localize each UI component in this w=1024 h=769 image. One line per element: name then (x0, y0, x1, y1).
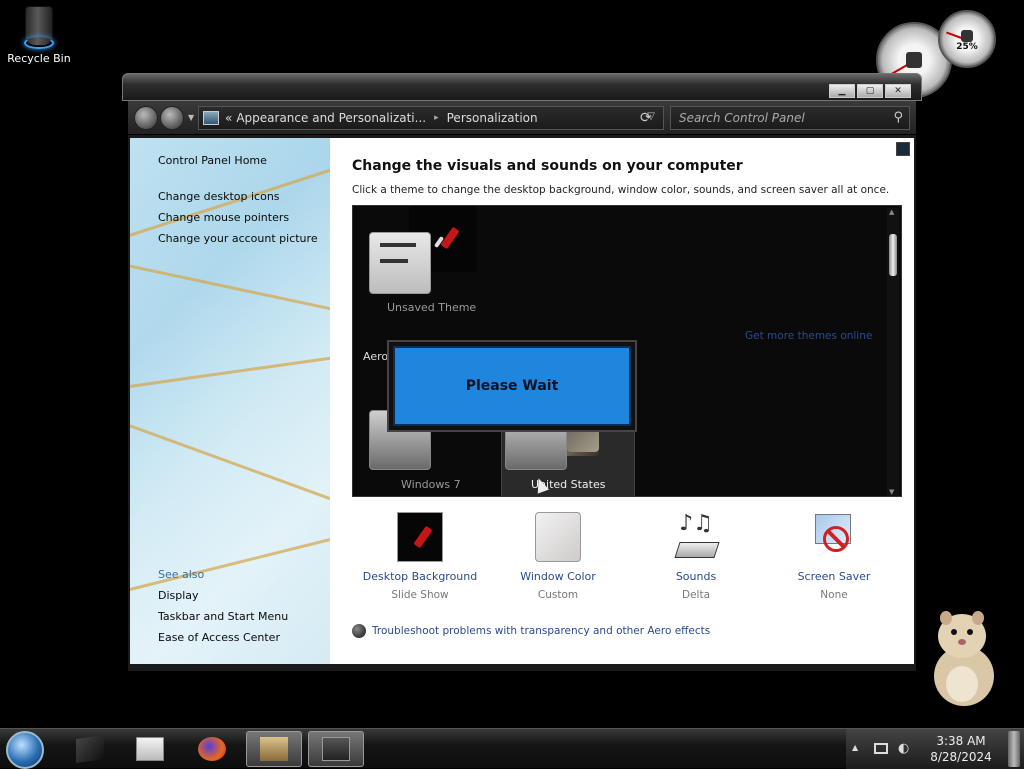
control-panel-icon (203, 111, 219, 125)
firefox-icon (198, 737, 226, 761)
clock-date: 8/28/2024 (930, 750, 992, 764)
control-panel-window: ▁ ▢ ✕ ▼ « Appearance and Personalizati..… (122, 73, 922, 671)
main-panel: Change the visuals and sounds on your co… (330, 138, 914, 664)
windows7-theme-label[interactable]: Windows 7 (401, 478, 461, 491)
recycle-bin-shortcut[interactable]: Recycle Bin (4, 6, 74, 65)
sidebar-decoration (130, 416, 330, 523)
minimize-button[interactable]: ▁ (829, 84, 855, 98)
scroll-down-icon[interactable]: ▼ (889, 488, 894, 496)
window-frame: ▼ « Appearance and Personalizati... ▸ Pe… (128, 101, 916, 671)
help-icon[interactable] (896, 142, 910, 156)
sidebar-link-account-picture[interactable]: Change your account picture (158, 232, 318, 245)
sounds-setting[interactable]: ♪♫ Sounds Delta (636, 512, 756, 601)
sidebar-decoration (130, 348, 330, 391)
system-tray: ▲ ◐ 3:38 AM 8/28/2024 (846, 729, 1024, 769)
refresh-icon[interactable]: ⟳ (640, 110, 652, 126)
search-icon[interactable]: ⚲ (893, 110, 903, 125)
screen-saver-label[interactable]: Screen Saver (774, 570, 894, 583)
terminal-icon (76, 735, 104, 763)
sidebar-link-ease-of-access[interactable]: Ease of Access Center (158, 631, 280, 644)
troubleshoot-icon (352, 624, 366, 638)
breadcrumb-separator[interactable]: ▸ (434, 113, 439, 123)
scrollbar-thumb[interactable] (889, 234, 897, 276)
gauge-center (906, 52, 922, 68)
troubleshoot-label[interactable]: Troubleshoot problems with transparency … (372, 625, 710, 637)
taskbar-media-player[interactable] (122, 731, 178, 767)
sidebar-link-control-panel-home[interactable]: Control Panel Home (158, 154, 267, 167)
taskbar-virtualbox[interactable] (246, 731, 302, 767)
recycle-bin-icon (24, 6, 54, 49)
screen-saver-setting[interactable]: Screen Saver None (774, 512, 894, 601)
breadcrumb-appearance[interactable]: Appearance and Personalizati... (236, 111, 426, 125)
theme-gallery-scrollbar[interactable]: ▲ ▼ (887, 208, 899, 496)
theme-settings-row: Desktop Background Slide Show Window Col… (330, 512, 914, 612)
recycle-bin-label: Recycle Bin (7, 52, 71, 65)
clock-time: 3:38 AM (936, 734, 986, 748)
clock[interactable]: 3:38 AM 8/28/2024 (922, 733, 1000, 765)
back-button[interactable] (134, 106, 158, 130)
show-desktop-button[interactable] (1008, 731, 1020, 767)
search-input[interactable]: Search Control Panel ⚲ (670, 106, 910, 130)
page-title: Change the visuals and sounds on your co… (352, 158, 743, 174)
maximize-button[interactable]: ▢ (857, 84, 883, 98)
taskbar-control-panel[interactable] (308, 731, 364, 767)
window-color-icon (535, 512, 581, 562)
window-titlebar[interactable]: ▁ ▢ ✕ (122, 73, 922, 101)
recent-pages-dropdown[interactable]: ▼ (188, 113, 194, 122)
gauge-center (961, 30, 973, 42)
content-area: Control Panel Home Change desktop icons … (130, 138, 914, 664)
forward-button[interactable] (160, 106, 184, 130)
desktop-background-icon (397, 512, 443, 562)
please-wait-dialog: Please Wait (387, 340, 637, 432)
breadcrumb-personalization[interactable]: Personalization (447, 111, 538, 125)
see-also-heading: See also (158, 568, 205, 581)
sidebar-decoration (130, 256, 330, 323)
media-player-icon (136, 737, 164, 761)
sidebar-link-display[interactable]: Display (158, 589, 199, 602)
address-bar[interactable]: « Appearance and Personalizati... ▸ Pers… (198, 106, 664, 130)
breadcrumb-prefix: « (225, 111, 233, 125)
show-hidden-icons[interactable]: ▲ (852, 743, 858, 752)
desktop-background-label[interactable]: Desktop Background (360, 570, 480, 583)
sidebar-link-mouse-pointers[interactable]: Change mouse pointers (158, 211, 289, 224)
close-button[interactable]: ✕ (885, 84, 911, 98)
taskbar: ▲ ◐ 3:38 AM 8/28/2024 (0, 728, 1024, 769)
scroll-up-icon[interactable]: ▲ (889, 208, 894, 216)
network-icon[interactable] (874, 743, 888, 754)
sidebar-link-desktop-icons[interactable]: Change desktop icons (158, 190, 280, 203)
theme-gallery: Unsaved Theme Get more themes online Aer… (352, 205, 902, 497)
desktop: Recycle Bin 25% ▁ ▢ ✕ ▼ « Appearance and… (0, 0, 1024, 769)
taskbar-terminal[interactable] (62, 731, 118, 767)
control-panel-icon (322, 737, 350, 761)
desktop-background-value: Slide Show (391, 589, 449, 601)
window-color-setting[interactable]: Window Color Custom (498, 512, 618, 601)
unsaved-theme-thumbnail[interactable] (369, 232, 431, 294)
unsaved-theme-label[interactable]: Unsaved Theme (387, 301, 476, 314)
screen-saver-value: None (820, 589, 848, 601)
desktop-background-setting[interactable]: Desktop Background Slide Show (360, 512, 480, 601)
troubleshoot-link[interactable]: Troubleshoot problems with transparency … (352, 624, 710, 638)
gauge-percent: 25% (956, 42, 978, 53)
sounds-label[interactable]: Sounds (636, 570, 756, 583)
search-placeholder: Search Control Panel (679, 111, 805, 125)
screen-saver-icon (811, 512, 857, 562)
aero-themes-heading: Aero (363, 350, 389, 363)
sidebar-link-taskbar[interactable]: Taskbar and Start Menu (158, 610, 288, 623)
please-wait-text: Please Wait (393, 346, 631, 426)
memory-gauge-icon[interactable]: 25% (938, 10, 996, 68)
sounds-icon: ♪♫ (673, 512, 720, 562)
get-more-themes-link[interactable]: Get more themes online (745, 330, 872, 342)
page-subtitle: Click a theme to change the desktop back… (352, 184, 890, 196)
sidebar: Control Panel Home Change desktop icons … (130, 138, 330, 664)
sounds-value: Delta (681, 589, 710, 601)
virtualbox-icon (260, 737, 288, 761)
window-color-label[interactable]: Window Color (498, 570, 618, 583)
start-button[interactable] (6, 731, 44, 769)
hamster-gadget-icon[interactable] (922, 604, 1006, 708)
navigation-bar: ▼ « Appearance and Personalizati... ▸ Pe… (128, 101, 916, 135)
volume-icon[interactable]: ◐ (898, 741, 909, 756)
window-color-value: Custom (537, 589, 579, 601)
sidebar-decoration (130, 524, 330, 595)
taskbar-firefox[interactable] (184, 731, 240, 767)
